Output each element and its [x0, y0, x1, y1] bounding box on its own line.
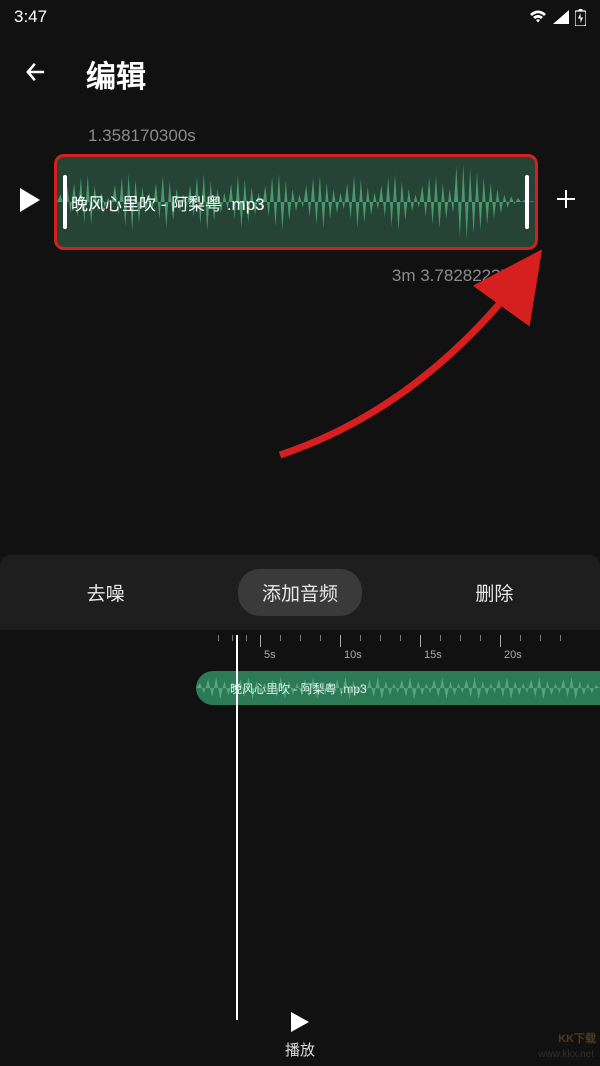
ruler-tick: 10s — [344, 649, 362, 661]
timeline-play-button[interactable] — [0, 1012, 600, 1037]
battery-icon — [575, 9, 586, 26]
timeline-panel: 5s 10s 15s 20s 晚风心里吹 - 阿梨粤 .mp3 播放 — [0, 635, 600, 1066]
status-icons — [529, 9, 586, 26]
trim-handle-left[interactable] — [63, 175, 67, 229]
trim-handle-right[interactable] — [525, 175, 529, 229]
watermark-url: www.kkx.net — [538, 1049, 594, 1060]
page-title: 编辑 — [86, 52, 146, 96]
timeline-ruler[interactable]: 5s 10s 15s 20s — [210, 635, 600, 665]
play-icon — [291, 1012, 309, 1032]
play-controls: 播放 — [0, 1012, 600, 1060]
add-track-button[interactable] — [552, 185, 580, 219]
track-filename: 晚风心里吹 - 阿梨粤 .mp3 — [71, 190, 265, 215]
start-timestamp: 1.358170300s — [0, 126, 600, 146]
timeline-audio-clip[interactable]: 晚风心里吹 - 阿梨粤 .mp3 — [196, 671, 600, 705]
arrow-left-icon — [22, 58, 50, 86]
status-time: 3:47 — [14, 7, 47, 27]
watermark-logo: KK下载 — [558, 1030, 596, 1046]
signal-icon — [553, 10, 569, 24]
timeline-track-filename: 晚风心里吹 - 阿梨粤 .mp3 — [230, 680, 367, 697]
ruler-tick: 5s — [264, 649, 276, 661]
play-button[interactable] — [20, 188, 40, 217]
header: 编辑 — [0, 34, 600, 126]
ruler-tick: 15s — [424, 649, 442, 661]
status-bar: 3:47 — [0, 0, 600, 34]
tab-denoise[interactable]: 去噪 — [63, 569, 149, 616]
plus-icon — [554, 187, 578, 211]
back-button[interactable] — [22, 58, 50, 91]
ruler-tick: 20s — [504, 649, 522, 661]
end-timestamp: 3m 3.782822370s — [0, 266, 600, 286]
wifi-icon — [529, 10, 547, 24]
track-row: 晚风心里吹 - 阿梨粤 .mp3 — [0, 146, 600, 258]
play-label: 播放 — [0, 1039, 600, 1060]
action-tabs: 去噪 添加音频 删除 — [0, 555, 600, 630]
play-icon — [20, 188, 40, 212]
waveform-clip[interactable]: 晚风心里吹 - 阿梨粤 .mp3 — [54, 154, 538, 250]
tab-add-audio[interactable]: 添加音频 — [238, 569, 362, 616]
tab-delete[interactable]: 删除 — [451, 569, 537, 616]
